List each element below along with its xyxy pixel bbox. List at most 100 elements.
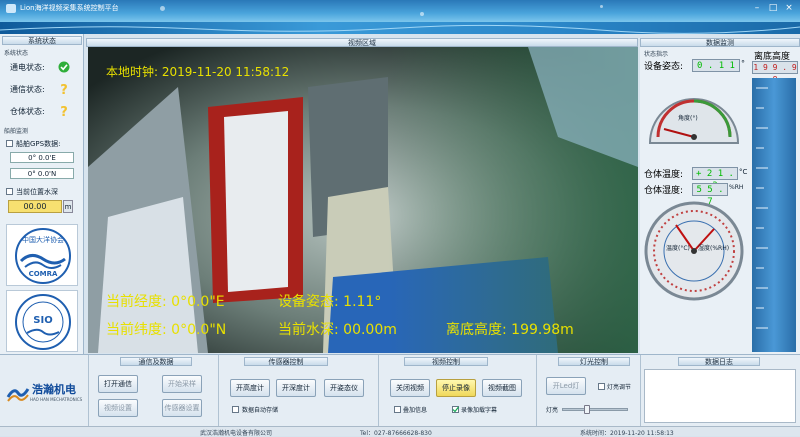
video-view[interactable]: 本地时钟: 2019-11-20 11:58:12 当前经度: 0°0.0"E … (88, 47, 638, 353)
divider (640, 355, 641, 427)
data-log-area[interactable] (644, 369, 796, 423)
humidity-gauge-label: 湿度(%RH) (698, 245, 730, 252)
check-icon (58, 61, 70, 73)
gps-latitude-field: 0° 0.0'N (10, 168, 74, 179)
video-panel-header: 视频区域 (86, 38, 638, 47)
title-bar: Lion海洋视频采集系统控制平台 – □ × (0, 0, 800, 22)
depth-meter-button[interactable]: 开深度计 (276, 379, 316, 397)
video-settings-button[interactable]: 视频设置 (98, 399, 138, 417)
status-indicator-label: 状态指示 (644, 51, 669, 58)
brand-logo: 浩瀚机电 HAO HAN MECHATRONICS (4, 371, 84, 415)
log-section-title: 数据日志 (678, 357, 760, 366)
overlay-depth: 当前水深: 00.00m (278, 322, 397, 338)
altitude-scale (756, 87, 768, 329)
minimize-button[interactable]: – (750, 3, 764, 14)
temperature-lcd: + 2 1 . 3 (692, 167, 738, 191)
svg-text:?: ? (60, 83, 68, 95)
power-status-label: 通电状态: (10, 63, 45, 72)
gps-longitude-field: 0° 0.0'E (10, 152, 74, 163)
humidity-lcd: 5 5 . 7 (692, 183, 728, 207)
cabin-status-label: 仓体状态: (10, 107, 45, 116)
temperature-unit: °C (739, 168, 748, 176)
sio-logo-text: SIO (33, 315, 53, 326)
humidity-label: 仓体湿度: (644, 186, 684, 196)
depth-checkbox[interactable] (6, 188, 13, 195)
overlay-altitude: 离底高度: 199.98m (446, 322, 574, 338)
overlay-longitude: 当前经度: 0°0.0"E (106, 294, 225, 310)
close-button[interactable]: × (782, 3, 796, 14)
comra-logo: 中国大洋协会 COMRA (6, 224, 78, 286)
open-comm-button[interactable]: 打开通信 (98, 375, 138, 393)
wave-decoration (0, 24, 800, 34)
comra-logo-text: 中国大洋协会 (22, 236, 64, 244)
led-light-button[interactable]: 开Led灯 (546, 377, 586, 395)
light-section-title: 灯光控制 (558, 357, 630, 366)
auto-save-label: 数据自动存储 (242, 407, 279, 414)
sensor-section-title: 传感器控制 (244, 357, 328, 366)
start-sample-button[interactable]: 开始采样 (162, 375, 202, 393)
superimpose-label: 叠加信息 (403, 407, 428, 414)
humidity-unit: %RH (729, 184, 744, 191)
divider (88, 355, 89, 427)
gps-group-label: 船舶监测 (4, 128, 29, 135)
gps-checkbox-label: 船舶GPS数据: (16, 140, 61, 148)
auto-save-checkbox[interactable] (232, 406, 239, 413)
header-banner (0, 22, 800, 34)
attitude-gauge-label: 角度(°) (678, 115, 698, 122)
comm-status-label: 通信状态: (10, 85, 45, 94)
light-level-label: 灯亮 (546, 407, 559, 414)
svg-text:?: ? (60, 105, 68, 117)
brand-sub: HAO HAN MECHATRONICS (30, 397, 83, 402)
altitude-ruler (752, 78, 796, 352)
sensor-settings-button[interactable]: 传感器设置 (162, 399, 202, 417)
attitude-label: 设备姿态: (644, 62, 684, 72)
light-level-slider-knob[interactable] (584, 405, 590, 414)
control-bar: 浩瀚机电 HAO HAN MECHATRONICS 通信及数据 打开通信 开始采… (0, 354, 800, 427)
temperature-label: 仓体温度: (644, 170, 684, 180)
altitude-lcd: 1 9 9 . 9 8 (752, 61, 798, 84)
left-panel: 系统状态 系统状态 通电状态: 通信状态: ? 仓体状态: ? 船舶监测 船舶G… (0, 34, 84, 354)
light-level-slider[interactable] (562, 405, 628, 414)
light-adjust-checkbox[interactable] (598, 383, 605, 390)
divider (536, 355, 537, 427)
temperature-gauge-label: 温度(°C) (666, 245, 690, 252)
snapshot-button[interactable]: 视频截图 (482, 379, 522, 397)
subtitle-checkbox[interactable] (452, 406, 459, 413)
attitude-lcd: 0 . 1 1 (692, 59, 740, 72)
altimeter-button[interactable]: 开高度计 (230, 379, 270, 397)
right-panel-header: 数据监测 (640, 38, 800, 47)
decor-bubble (600, 5, 603, 8)
window-title: Lion海洋视频采集系统控制平台 (20, 4, 119, 12)
gps-checkbox[interactable] (6, 140, 13, 147)
overlay-clock: 本地时钟: 2019-11-20 11:58:12 (106, 65, 290, 79)
left-panel-header: 系统状态 (2, 36, 82, 45)
status-group-label: 系统状态 (4, 50, 29, 57)
divider (378, 355, 379, 427)
overlay-attitude: 设备姿态: 1.11° (278, 294, 382, 310)
app-icon (6, 4, 16, 13)
maximize-button[interactable]: □ (766, 3, 780, 14)
light-adjust-label: 灯亮调节 (607, 384, 632, 391)
video-section-title: 视频控制 (404, 357, 488, 366)
question-icon: ? (60, 105, 68, 117)
temp-humidity-gauge (644, 201, 744, 301)
depth-unit: m (63, 200, 73, 213)
attitude-unit: ° (741, 59, 745, 68)
stop-record-button[interactable]: 停止录像 (436, 379, 476, 397)
depth-checkbox-label: 当前位置水深 (16, 188, 58, 196)
brand-name: 浩瀚机电 (32, 383, 76, 396)
question-icon: ? (60, 83, 68, 95)
close-video-button[interactable]: 关闭视频 (390, 379, 430, 397)
depth-value-field: 00.00 (8, 200, 62, 213)
status-bar: 武汉浩瀚机电设备有限公司 Tel：027-87666628-830 系统时间：2… (0, 426, 800, 437)
superimpose-checkbox[interactable] (394, 406, 401, 413)
divider (218, 355, 219, 427)
overlay-latitude: 当前纬度: 0°0.0"N (106, 322, 227, 338)
sio-logo: SIO (6, 290, 78, 352)
attitude-gauge (648, 98, 740, 144)
decor-bubble (420, 12, 424, 16)
brand-icon (6, 388, 30, 402)
comra-logo-sub: COMRA (28, 270, 58, 278)
attitude-meter-button[interactable]: 开姿态仪 (324, 379, 364, 397)
check-mark-icon (452, 406, 459, 413)
